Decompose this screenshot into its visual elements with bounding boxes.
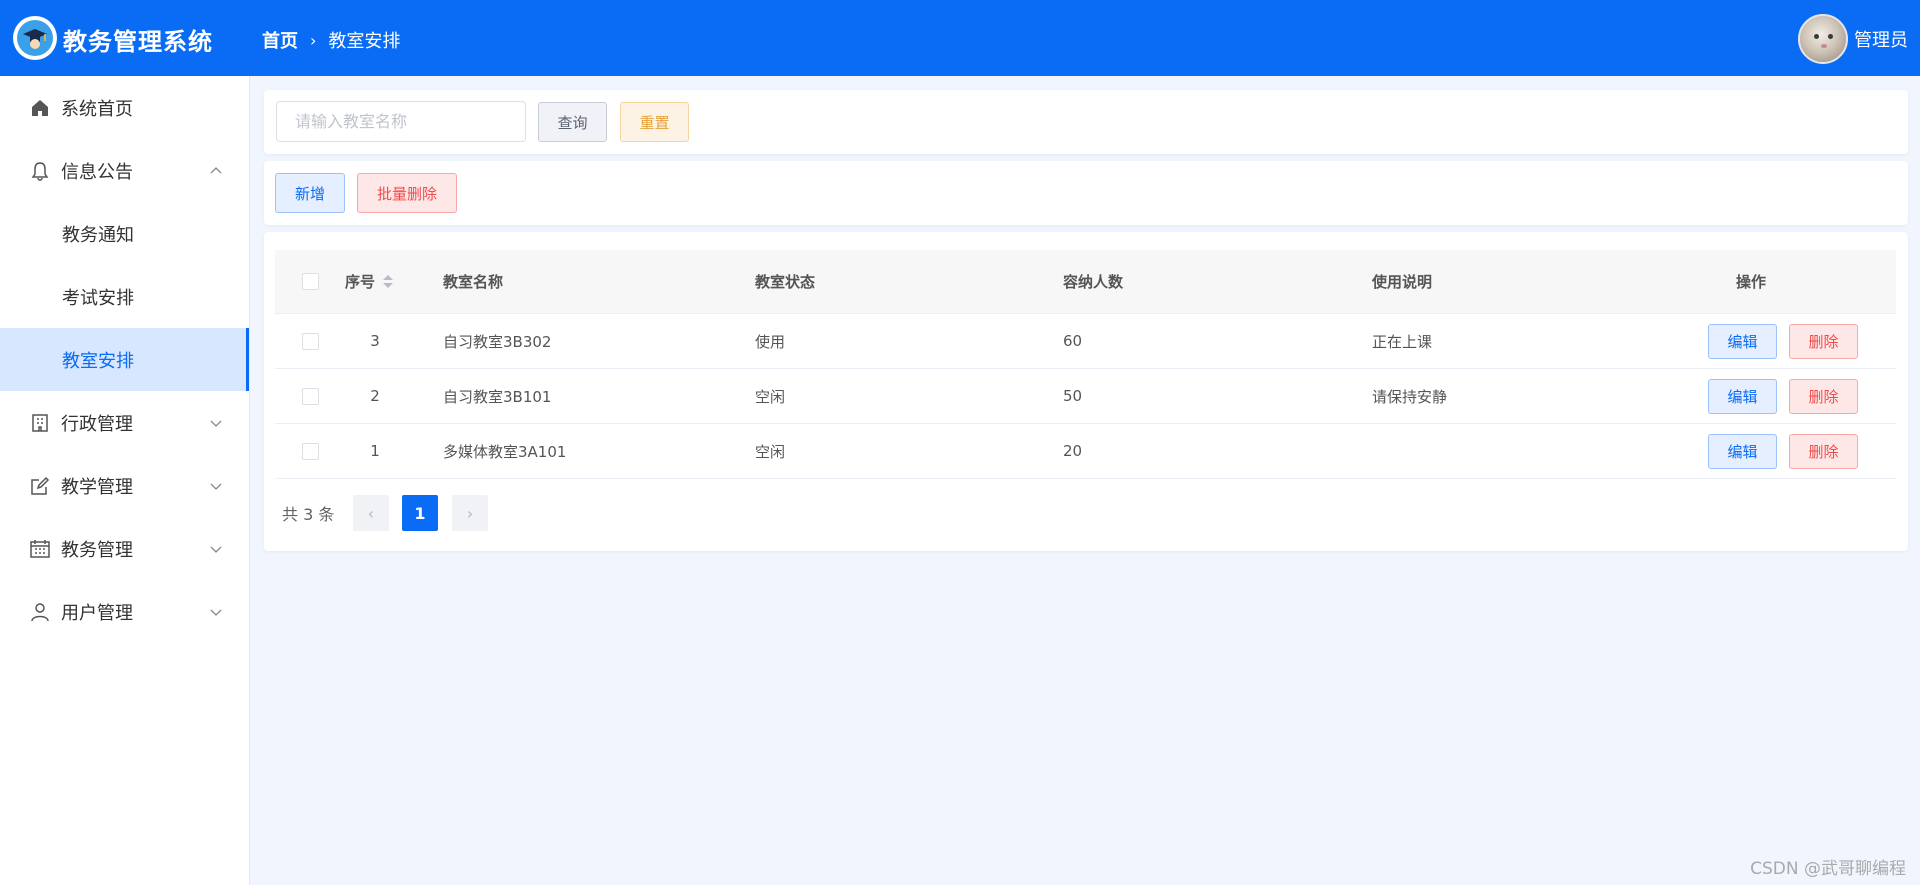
row-checkbox[interactable]: [302, 442, 319, 460]
cell-description: 正在上课: [1372, 332, 1433, 351]
cell-no: 3: [370, 332, 380, 350]
row-checkbox[interactable]: [302, 332, 319, 350]
column-header-actions: 操作: [1735, 273, 1766, 291]
page-number-button[interactable]: 1: [402, 495, 438, 531]
actions-panel: 新增 批量删除: [264, 161, 1908, 225]
breadcrumb-home[interactable]: 首页: [262, 27, 298, 53]
chevron-down-icon: [210, 546, 222, 553]
add-button[interactable]: 新增: [275, 173, 345, 213]
sidebar-item-exam-schedule[interactable]: 考试安排: [0, 265, 249, 328]
edit-button[interactable]: 编辑: [1708, 434, 1777, 469]
cell-no: 2: [370, 387, 380, 405]
cell-capacity: 60: [1063, 332, 1083, 350]
home-icon: [32, 100, 48, 116]
column-header-capacity: 容纳人数: [1063, 273, 1124, 291]
classroom-table: 序号 教室名称 教室状态 容纳人数 使用说明 操作 3 自习教室3B302 使用…: [275, 250, 1896, 479]
cell-name: 自习教室3B302: [443, 332, 552, 351]
cell-capacity: 50: [1063, 387, 1083, 405]
edit-icon: [31, 476, 50, 495]
pagination: 共 3 条 ‹ 1 ›: [264, 495, 1908, 531]
delete-button[interactable]: 删除: [1789, 434, 1858, 469]
graduation-cap-icon: [17, 20, 53, 56]
user-icon: [31, 603, 49, 622]
cell-status: 使用: [755, 332, 786, 351]
sidebar-item-label: 教室安排: [62, 350, 134, 372]
column-header-status: 教室状态: [755, 273, 816, 291]
batch-delete-button[interactable]: 批量删除: [357, 173, 457, 213]
chevron-down-icon: [210, 420, 222, 427]
cell-name: 多媒体教室3A101: [443, 442, 567, 461]
pagination-total: 共 3 条: [282, 505, 335, 524]
breadcrumb: 首页 › 教室安排: [262, 27, 400, 53]
chevron-down-icon: [210, 609, 222, 616]
breadcrumb-current: 教室安排: [328, 31, 401, 52]
edit-button[interactable]: 编辑: [1708, 379, 1777, 414]
table-row: 3 自习教室3B302 使用 60 正在上课 编辑 删除: [275, 314, 1896, 369]
row-checkbox[interactable]: [302, 387, 319, 405]
cell-status: 空闲: [755, 442, 786, 461]
cell-no: 1: [370, 442, 380, 460]
bell-icon: [31, 162, 49, 181]
chevron-right-icon: ›: [310, 30, 317, 50]
sidebar-item-academic-notice[interactable]: 教务通知: [0, 202, 249, 265]
building-icon: [32, 414, 48, 432]
sidebar-item-classroom-schedule[interactable]: 教室安排: [0, 328, 249, 391]
table-header: 序号 教室名称 教室状态 容纳人数 使用说明 操作: [275, 250, 1896, 314]
sidebar-item-announcements[interactable]: 信息公告: [0, 139, 249, 202]
sidebar-item-label: 教学管理: [61, 476, 133, 498]
user-name[interactable]: 管理员: [1854, 26, 1908, 52]
top-header: 教务管理系统 首页 › 教室安排 管理员: [0, 0, 1920, 76]
sort-icon[interactable]: [383, 275, 394, 288]
column-header-name: 教室名称: [443, 273, 504, 291]
table-panel: 序号 教室名称 教室状态 容纳人数 使用说明 操作 3 自习教室3B302 使用…: [264, 232, 1908, 551]
cell-status: 空闲: [755, 387, 786, 406]
column-header-description: 使用说明: [1372, 273, 1433, 291]
cell-capacity: 20: [1063, 442, 1083, 460]
user-menu[interactable]: 管理员: [1798, 14, 1908, 64]
prev-page-button[interactable]: ‹: [353, 495, 389, 531]
logo: [13, 16, 57, 60]
sidebar-item-teaching[interactable]: 教学管理: [0, 454, 249, 517]
classroom-name-search-input[interactable]: [276, 101, 526, 142]
sidebar-item-label: 行政管理: [61, 413, 133, 435]
next-page-button[interactable]: ›: [452, 495, 488, 531]
cell-description: 请保持安静: [1372, 387, 1448, 406]
chevron-down-icon: [210, 483, 222, 490]
delete-button[interactable]: 删除: [1789, 324, 1858, 359]
query-button[interactable]: 查询: [538, 102, 607, 142]
delete-button[interactable]: 删除: [1789, 379, 1858, 414]
calendar-icon: [30, 540, 50, 558]
search-panel: 查询 重置: [264, 90, 1908, 154]
edit-button[interactable]: 编辑: [1708, 324, 1777, 359]
watermark: CSDN @武哥聊编程: [1750, 859, 1906, 879]
chevron-up-icon: [210, 167, 222, 174]
sidebar-item-label: 用户管理: [61, 602, 133, 624]
sidebar-item-users[interactable]: 用户管理: [0, 580, 249, 643]
sidebar-item-academic-affairs[interactable]: 教务管理: [0, 517, 249, 580]
sidebar: 系统首页 信息公告 教务通知 考试安排 教室安排 行政管理 教学管理 教务管理 …: [0, 76, 250, 885]
reset-button[interactable]: 重置: [620, 102, 689, 142]
avatar[interactable]: [1798, 14, 1848, 64]
column-header-no[interactable]: 序号: [345, 250, 405, 313]
select-all-checkbox[interactable]: [302, 273, 319, 290]
sidebar-item-home[interactable]: 系统首页: [0, 76, 249, 139]
table-row: 2 自习教室3B101 空闲 50 请保持安静 编辑 删除: [275, 369, 1896, 424]
sidebar-item-administration[interactable]: 行政管理: [0, 391, 249, 454]
app-title: 教务管理系统: [63, 28, 213, 56]
table-row: 1 多媒体教室3A101 空闲 20 编辑 删除: [275, 424, 1896, 479]
sidebar-item-label: 系统首页: [61, 98, 133, 120]
sidebar-item-label: 教务管理: [61, 539, 133, 561]
sidebar-item-label: 信息公告: [61, 161, 133, 183]
cell-name: 自习教室3B101: [443, 387, 552, 406]
sidebar-item-label: 教务通知: [62, 224, 134, 246]
sidebar-item-label: 考试安排: [62, 287, 134, 309]
